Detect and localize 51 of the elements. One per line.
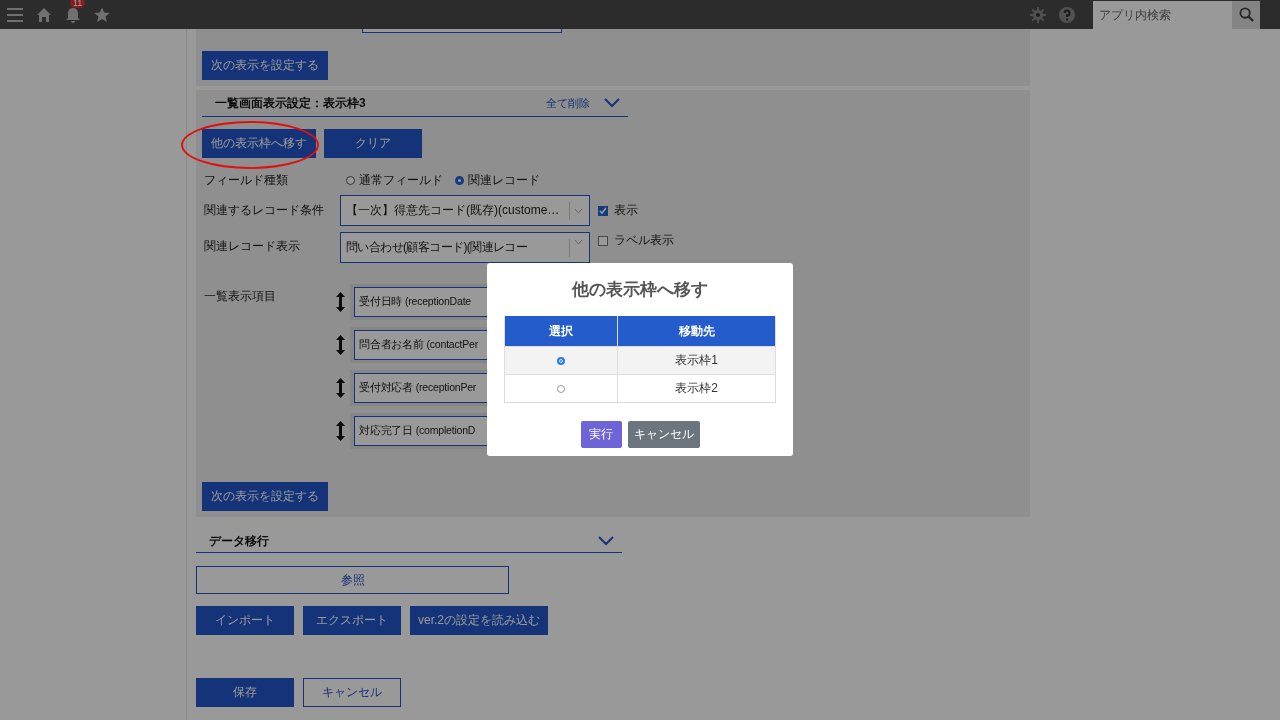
checkbox[interactable]: 表示 <box>598 202 638 219</box>
search-button[interactable] <box>1232 0 1260 29</box>
checkbox[interactable]: ラベル表示 <box>598 232 674 249</box>
column-header: 選択 <box>504 316 618 347</box>
cancel-button[interactable]: キャンセル <box>627 421 700 448</box>
checkmark-icon <box>599 206 607 215</box>
section-title: 一覧画面表示設定：表示枠3 <box>215 94 367 112</box>
run-button[interactable]: 実行 <box>580 421 622 448</box>
save-button[interactable]: 保存 <box>196 678 294 707</box>
action-button[interactable]: クリア <box>324 129 422 158</box>
menu-icon[interactable] <box>7 7 23 22</box>
chevron-icon[interactable] <box>604 98 620 108</box>
column-header: 移動先 <box>617 316 776 347</box>
table-cell: 表示枠1 <box>617 346 776 375</box>
settings-icon[interactable] <box>1030 6 1046 23</box>
bell-icon[interactable] <box>65 5 81 24</box>
next-display-button[interactable]: 次の表示を設定する <box>202 482 328 511</box>
delete-all-link[interactable]: 全て削除 <box>546 95 590 111</box>
next-display-button[interactable]: 次の表示を設定する <box>202 51 328 80</box>
drag-handle-icon[interactable] <box>336 378 345 398</box>
search-field[interactable]: アプリ内検索 <box>1093 0 1232 29</box>
migration-button[interactable]: インポート <box>196 606 294 635</box>
drag-handle-icon[interactable] <box>336 335 345 355</box>
star-icon[interactable] <box>94 6 110 23</box>
section-title: データ移行 <box>209 532 270 550</box>
notification-badge: 11 <box>70 0 86 8</box>
search-icon <box>1238 7 1254 22</box>
select-field[interactable]: 問い合わせ(顧客コード)(関連レコー <box>340 232 590 263</box>
table-cell: 表示枠2 <box>617 374 776 403</box>
radio-option[interactable]: 通常フィールド <box>346 171 443 189</box>
radio-option[interactable]: 関連レコード <box>455 171 540 189</box>
select-field[interactable]: 【一次】得意先コード(既存)(custome… <box>340 195 590 226</box>
field-label: フィールド種類 <box>204 171 289 189</box>
help-icon[interactable] <box>1059 6 1075 23</box>
drag-handle-icon[interactable] <box>336 421 345 441</box>
field-label: 関連レコード表示 <box>204 238 301 255</box>
cancel-button[interactable]: キャンセル <box>303 678 401 707</box>
action-button[interactable]: 他の表示枠へ移す <box>202 129 316 158</box>
dialog-title: 他の表示枠へ移す <box>571 279 709 301</box>
migration-button[interactable]: エクスポート <box>303 606 401 635</box>
browse-button[interactable]: 参照 <box>196 566 509 594</box>
chevron-icon[interactable] <box>598 536 614 546</box>
field-label: 関連するレコード条件 <box>204 202 325 219</box>
caret-icon <box>574 239 583 245</box>
home-icon[interactable] <box>36 6 52 23</box>
caret-icon <box>574 207 583 214</box>
field-label: 一覧表示項目 <box>204 288 277 305</box>
drag-handle-icon[interactable] <box>336 292 345 312</box>
radio-button[interactable] <box>557 357 565 366</box>
migration-button[interactable]: ver.2の設定を読み込む <box>410 606 548 635</box>
radio-button[interactable] <box>557 385 565 394</box>
